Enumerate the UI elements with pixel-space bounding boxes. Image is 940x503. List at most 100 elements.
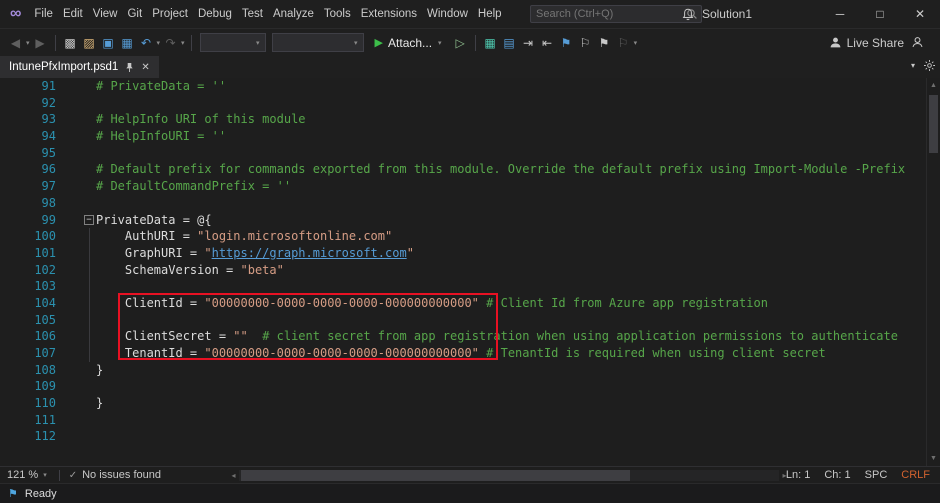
toggle-bookmark-icon[interactable]: ⚑ — [557, 29, 576, 57]
fold-margin — [56, 395, 96, 412]
document-health-indicator[interactable]: ✓ No issues found — [64, 469, 166, 481]
live-share-button[interactable]: Live Share — [829, 36, 904, 50]
code-line-112[interactable]: 112 — [0, 428, 926, 445]
code-text: # Default prefix for commands exported f… — [96, 161, 926, 178]
navigate-forward-icon[interactable]: ▶ — [31, 29, 50, 57]
document-list-chevron-icon[interactable]: ▾ — [911, 61, 915, 70]
line-number: 93 — [0, 111, 56, 128]
code-line-101[interactable]: 101 GraphURI = "https://graph.microsoft.… — [0, 245, 926, 262]
code-line-95[interactable]: 95 — [0, 145, 926, 162]
code-line-99[interactable]: 99−PrivateData = @{ — [0, 212, 926, 229]
undo-icon[interactable]: ↶ — [137, 29, 156, 57]
zoom-control[interactable]: 121 % ▾ — [0, 469, 55, 481]
code-line-102[interactable]: 102 SchemaVersion = "beta" — [0, 262, 926, 279]
code-line-105[interactable]: 105 — [0, 312, 926, 329]
code-line-91[interactable]: 91# PrivateData = '' — [0, 78, 926, 95]
menu-analyze[interactable]: Analyze — [268, 0, 319, 28]
code-line-104[interactable]: 104 ClientId = "00000000-0000-0000-0000-… — [0, 295, 926, 312]
undo-caret-icon[interactable]: ▾ — [157, 39, 161, 47]
scroll-down-icon[interactable]: ▼ — [927, 452, 940, 465]
fold-toggle-icon[interactable]: − — [56, 212, 96, 229]
pin-icon[interactable] — [125, 62, 134, 73]
minimize-button[interactable]: ─ — [820, 0, 860, 28]
open-file-icon[interactable]: ▨ — [80, 29, 99, 57]
tab-bar: IntunePfxImport.psd1 ✕ ▾ — [0, 56, 940, 78]
tab-intunepfximport[interactable]: IntunePfxImport.psd1 ✕ — [0, 56, 159, 78]
attach-button[interactable]: ▶ Attach... ▾ — [375, 36, 443, 50]
visual-studio-logo-icon: ∞ — [0, 0, 29, 28]
search-input[interactable] — [531, 8, 683, 20]
menu-test[interactable]: Test — [237, 0, 268, 28]
feedback-icon[interactable] — [911, 36, 924, 49]
menu-help[interactable]: Help — [473, 0, 507, 28]
fold-margin — [56, 195, 96, 212]
outdent-icon[interactable]: ⇤ — [538, 29, 557, 57]
code-line-92[interactable]: 92 — [0, 95, 926, 112]
configuration-dropdown[interactable]: ▾ — [200, 33, 266, 52]
code-line-96[interactable]: 96# Default prefix for commands exported… — [0, 161, 926, 178]
redo-caret-icon[interactable]: ▾ — [181, 39, 185, 47]
navigate-back-icon[interactable]: ◀ — [6, 29, 25, 57]
menu-file[interactable]: File — [29, 0, 58, 28]
solution-explorer-icon[interactable]: ▦ — [481, 29, 500, 57]
new-project-icon[interactable]: ▩ — [61, 29, 80, 57]
indent-icon[interactable]: ⇥ — [519, 29, 538, 57]
menu-window[interactable]: Window — [422, 0, 473, 28]
zoom-caret-icon: ▾ — [43, 471, 47, 479]
fold-margin — [56, 128, 96, 145]
code-line-110[interactable]: 110} — [0, 395, 926, 412]
vertical-scrollbar[interactable]: ▲ ▼ — [926, 78, 940, 466]
menu-project[interactable]: Project — [147, 0, 193, 28]
line-number: 109 — [0, 378, 56, 395]
menu-git[interactable]: Git — [122, 0, 147, 28]
column-indicator[interactable]: Ch: 1 — [824, 469, 850, 481]
notifications-icon[interactable] — [678, 8, 698, 21]
code-line-107[interactable]: 107 TenantId = "00000000-0000-0000-0000-… — [0, 345, 926, 362]
tab-close-icon[interactable]: ✕ — [141, 62, 149, 73]
scroll-right-icon[interactable]: ▸ — [779, 471, 790, 480]
properties-window-icon[interactable]: ▤ — [500, 29, 519, 57]
line-ending-indicator[interactable]: CRLF — [901, 469, 930, 481]
health-text: No issues found — [82, 469, 161, 481]
maximize-button[interactable]: □ — [860, 0, 900, 28]
start-without-debugging-icon[interactable]: ▷ — [451, 29, 470, 57]
spaces-indicator[interactable]: SPC — [865, 469, 888, 481]
previous-bookmark-icon[interactable]: ⚐ — [576, 29, 595, 57]
save-all-icon[interactable]: ▦ — [118, 29, 137, 57]
menu-extensions[interactable]: Extensions — [356, 0, 422, 28]
code-line-106[interactable]: 106 ClientSecret = "" # client secret fr… — [0, 328, 926, 345]
clear-bookmarks-icon[interactable]: ⚐ — [614, 29, 633, 57]
next-bookmark-icon[interactable]: ⚑ — [595, 29, 614, 57]
editor-options-gear-icon[interactable] — [924, 60, 935, 71]
close-button[interactable]: ✕ — [900, 0, 940, 28]
scroll-up-icon[interactable]: ▲ — [927, 79, 940, 92]
toolbar: ◀ ▾ ▶ ▩ ▨ ▣ ▦ ↶ ▾ ↷ ▾ ▾ ▾ ▶ Attach... ▾ … — [0, 28, 940, 56]
horizontal-scrollbar[interactable]: ◂ ▸ — [228, 469, 790, 481]
code-area[interactable]: 91# PrivateData = ''9293# HelpInfo URI o… — [0, 78, 926, 466]
code-line-108[interactable]: 108} — [0, 362, 926, 379]
menu-debug[interactable]: Debug — [193, 0, 237, 28]
line-number: 94 — [0, 128, 56, 145]
code-line-109[interactable]: 109 — [0, 378, 926, 395]
platform-dropdown[interactable]: ▾ — [272, 33, 364, 52]
menu-view[interactable]: View — [88, 0, 123, 28]
line-number: 101 — [0, 245, 56, 262]
code-line-111[interactable]: 111 — [0, 412, 926, 429]
horizontal-scrollbar-thumb[interactable] — [241, 470, 630, 481]
vertical-scrollbar-thumb[interactable] — [929, 95, 938, 153]
navigate-back-caret-icon[interactable]: ▾ — [26, 39, 30, 47]
menu-tools[interactable]: Tools — [319, 0, 356, 28]
menu-edit[interactable]: Edit — [58, 0, 88, 28]
save-icon[interactable]: ▣ — [99, 29, 118, 57]
code-line-100[interactable]: 100 AuthURI = "login.microsoftonline.com… — [0, 228, 926, 245]
code-line-103[interactable]: 103 — [0, 278, 926, 295]
toolbar-overflow-icon[interactable]: ▾ — [634, 39, 638, 47]
code-line-98[interactable]: 98 — [0, 195, 926, 212]
search-box[interactable] — [530, 5, 702, 23]
code-line-94[interactable]: 94# HelpInfoURI = '' — [0, 128, 926, 145]
horizontal-scrollbar-track[interactable] — [239, 470, 779, 481]
redo-icon[interactable]: ↷ — [161, 29, 180, 57]
code-line-97[interactable]: 97# DefaultCommandPrefix = '' — [0, 178, 926, 195]
scroll-left-icon[interactable]: ◂ — [228, 471, 239, 480]
code-line-93[interactable]: 93# HelpInfo URI of this module — [0, 111, 926, 128]
